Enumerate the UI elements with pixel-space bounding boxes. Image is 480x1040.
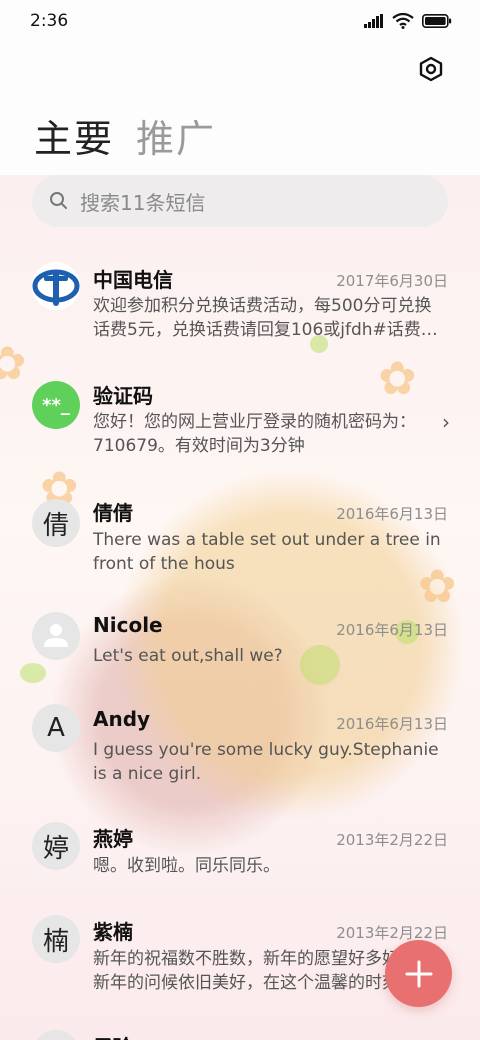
- contact-name: 验证码: [93, 384, 153, 408]
- message-date: 2017年6月30日: [336, 272, 448, 290]
- new-message-button[interactable]: [385, 940, 452, 1007]
- avatar-text: 楠: [42, 926, 69, 957]
- contact-name: 燕婷: [93, 827, 133, 851]
- message-date: 2013年2月22日: [336, 831, 448, 849]
- message-snippet: 欢迎参加积分兑换话费活动，每500分可兑换话费5元，兑换话费请回复106或jfd…: [93, 296, 438, 340]
- conversation-row[interactable]: 倩 倩倩 2016年6月13日 There was a table set ou…: [0, 492, 480, 592]
- message-snippet: 您好！您的网上营业厅登录的随机密码为：710679。有效时间为3分钟: [93, 412, 416, 456]
- battery-icon: [422, 14, 452, 28]
- search-input[interactable]: 搜索11条短信: [32, 175, 448, 227]
- contact-avatar: 倩: [32, 499, 80, 547]
- signal-icon: [364, 14, 383, 28]
- conversation-row[interactable]: 婷 燕婷 2013年2月22日 嗯。收到啦。同乐同乐。: [0, 820, 480, 900]
- status-bar: 2:36: [0, 0, 480, 42]
- contact-name: 紫楠: [93, 920, 133, 944]
- message-date: 2013年2月22日: [336, 924, 448, 942]
- settings-button[interactable]: [416, 54, 446, 84]
- avatar-text: **_: [42, 394, 70, 416]
- chevron-right-icon: ›: [442, 410, 450, 434]
- tab-primary[interactable]: 主要: [34, 108, 114, 163]
- wifi-icon: [392, 13, 414, 29]
- message-snippet: Let's eat out,shall we?: [93, 646, 283, 666]
- search-placeholder: 搜索11条短信: [80, 190, 206, 215]
- contact-name: Nicole: [93, 613, 163, 637]
- message-date: 2016年6月13日: [336, 621, 448, 639]
- conversation-row[interactable]: Nicole 2016年6月13日 Let's eat out,shall we…: [0, 610, 480, 690]
- contact-name: Andy: [93, 707, 151, 731]
- china-telecom-logo-icon: [32, 262, 80, 310]
- contact-name: 中国电信: [93, 268, 173, 292]
- gear-icon: [419, 56, 443, 82]
- contact-name: 子玲: [93, 1031, 133, 1040]
- plus-icon: [405, 960, 432, 987]
- tab-bar: 主要 推广: [34, 108, 216, 163]
- conversation-row[interactable]: 子玲: [0, 1028, 480, 1040]
- contact-name: 倩倩: [93, 501, 133, 525]
- conversation-row[interactable]: 中国电信 2017年6月30日 欢迎参加积分兑换话费活动，每500分可兑换话费5…: [0, 260, 480, 360]
- status-icons: [364, 13, 452, 29]
- message-date: 2016年6月13日: [336, 505, 448, 523]
- message-date: 2016年6月13日: [336, 715, 448, 733]
- verification-avatar: **_: [32, 381, 80, 429]
- contact-avatar: A: [32, 704, 80, 752]
- message-snippet: I guess you're some lucky guy.Stephanie …: [93, 740, 439, 784]
- tab-promotions[interactable]: 推广: [136, 108, 216, 163]
- avatar-text: A: [47, 713, 65, 743]
- message-snippet: There was a table set out under a tree i…: [93, 530, 441, 574]
- search-icon: [50, 192, 67, 209]
- message-snippet: 嗯。收到啦。同乐同乐。: [93, 856, 280, 876]
- avatar-text: 婷: [42, 833, 69, 864]
- person-icon: [32, 612, 80, 660]
- contact-avatar: [32, 1030, 80, 1040]
- status-time: 2:36: [30, 11, 69, 31]
- conversation-row[interactable]: **_ 验证码 您好！您的网上营业厅登录的随机密码为：710679。有效时间为3…: [0, 376, 480, 476]
- conversation-row[interactable]: A Andy 2016年6月13日 I guess you're some lu…: [0, 704, 480, 804]
- contact-avatar: 婷: [32, 822, 80, 870]
- avatar-text: 倩: [42, 510, 69, 541]
- contact-avatar: 楠: [32, 915, 80, 963]
